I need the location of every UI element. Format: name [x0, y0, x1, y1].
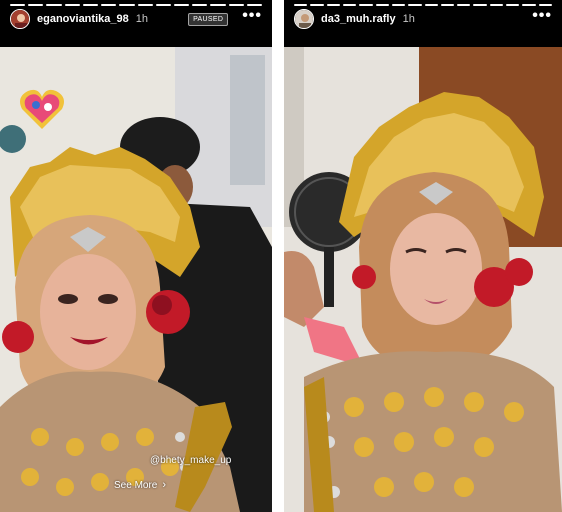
- progress-segment: [28, 4, 44, 6]
- story-header: eganoviantika_98 1h PAUSED •••: [0, 8, 272, 30]
- heart-sticker-icon: [20, 89, 64, 129]
- progress-segment: [82, 4, 99, 6]
- progress-segment: [391, 4, 406, 6]
- story-time: 1h: [135, 13, 148, 25]
- progress-segment: [192, 4, 208, 6]
- story-image: [0, 47, 272, 512]
- progress-segment: [489, 4, 504, 6]
- story-watermark: @bhety_make_up: [150, 455, 232, 466]
- story-left[interactable]: eganoviantika_98 1h PAUSED ••• @bhety_ma…: [0, 0, 272, 512]
- progress-segment: [137, 4, 153, 6]
- progress-segment: [506, 4, 520, 6]
- progress-segment: [10, 4, 26, 6]
- progress-segment: [173, 4, 190, 6]
- more-dots-icon[interactable]: •••: [242, 8, 262, 24]
- progress-segment: [342, 4, 357, 6]
- story-time: 1h: [402, 13, 415, 25]
- progress-segment: [246, 4, 263, 6]
- progress-segment: [359, 4, 373, 6]
- chevron-right-icon: ›: [162, 479, 167, 491]
- story-right[interactable]: da3_muh.rafly 1h •••: [284, 0, 562, 512]
- story-header: da3_muh.rafly 1h •••: [284, 8, 562, 30]
- story-progress-bar: [294, 4, 552, 6]
- avatar[interactable]: [294, 9, 314, 29]
- progress-segment: [424, 4, 438, 6]
- see-more-button[interactable]: See More ›: [114, 479, 166, 491]
- progress-segment: [326, 4, 340, 6]
- progress-segment: [155, 4, 171, 6]
- paused-badge: PAUSED: [188, 12, 229, 26]
- avatar[interactable]: [10, 9, 30, 29]
- story-username[interactable]: da3_muh.rafly: [321, 13, 396, 25]
- see-more-label: See More: [114, 479, 158, 491]
- progress-segment: [538, 4, 552, 6]
- progress-segment: [440, 4, 455, 6]
- progress-segment: [457, 4, 471, 6]
- more-dots-icon[interactable]: •••: [532, 8, 552, 24]
- progress-segment: [294, 4, 308, 6]
- progress-segment: [64, 4, 80, 6]
- progress-segment: [119, 4, 135, 6]
- progress-segment: [101, 4, 117, 6]
- story-image: [284, 47, 562, 512]
- progress-segment: [473, 4, 487, 6]
- progress-segment: [408, 4, 422, 6]
- progress-segment: [210, 4, 226, 6]
- progress-segment: [46, 4, 62, 6]
- progress-segment: [375, 4, 389, 6]
- story-username[interactable]: eganoviantika_98: [37, 13, 129, 25]
- progress-segment: [522, 4, 536, 6]
- progress-segment: [310, 4, 324, 6]
- progress-segment: [228, 4, 244, 6]
- story-progress-bar: [10, 4, 263, 6]
